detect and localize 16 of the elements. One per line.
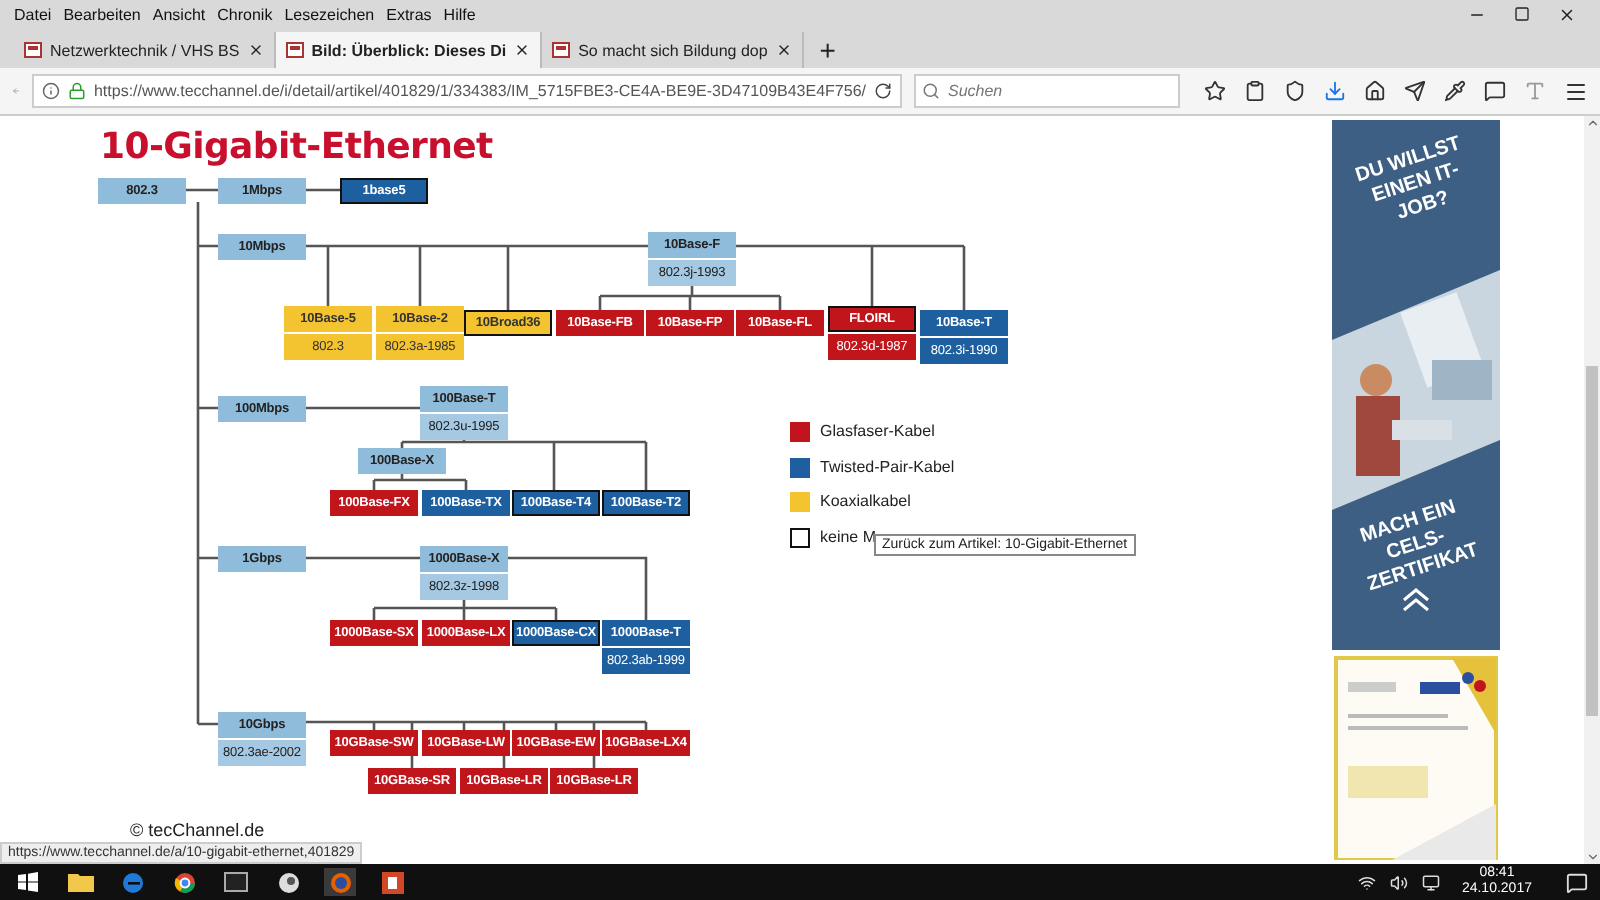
menu-item[interactable]: Extras bbox=[380, 5, 438, 23]
menu-item[interactable]: Datei bbox=[8, 5, 58, 23]
article-title: 10-Gigabit-Ethernet bbox=[100, 126, 495, 168]
address-field[interactable]: https://www.tecchannel.de/i/detail/artikel/401829/1/334383/IM_5715FBE3-CE4A-BE9E-3D47109B43E4F756/ bbox=[32, 74, 902, 108]
menu-item[interactable]: Bearbeiten bbox=[57, 5, 147, 23]
menu-item[interactable]: Ansicht bbox=[146, 5, 212, 23]
search-field[interactable]: Suchen bbox=[914, 74, 1180, 108]
legend-label: Koaxialkabel bbox=[820, 492, 911, 510]
legend-label: Glasfaser-Kabel bbox=[820, 422, 935, 440]
copyright-text: © tecChannel.de bbox=[130, 820, 267, 840]
legend-label: Twisted-Pair-Kabel bbox=[820, 457, 955, 475]
menu-item[interactable]: Chronik bbox=[211, 5, 279, 23]
menu-item[interactable]: Lesezeichen bbox=[278, 5, 381, 23]
menu-item[interactable]: Hilfe bbox=[437, 5, 482, 23]
new-tab-button[interactable]: + bbox=[803, 32, 852, 68]
browser-tab[interactable]: Bild: Überblick: Dieses Di bbox=[275, 32, 543, 68]
